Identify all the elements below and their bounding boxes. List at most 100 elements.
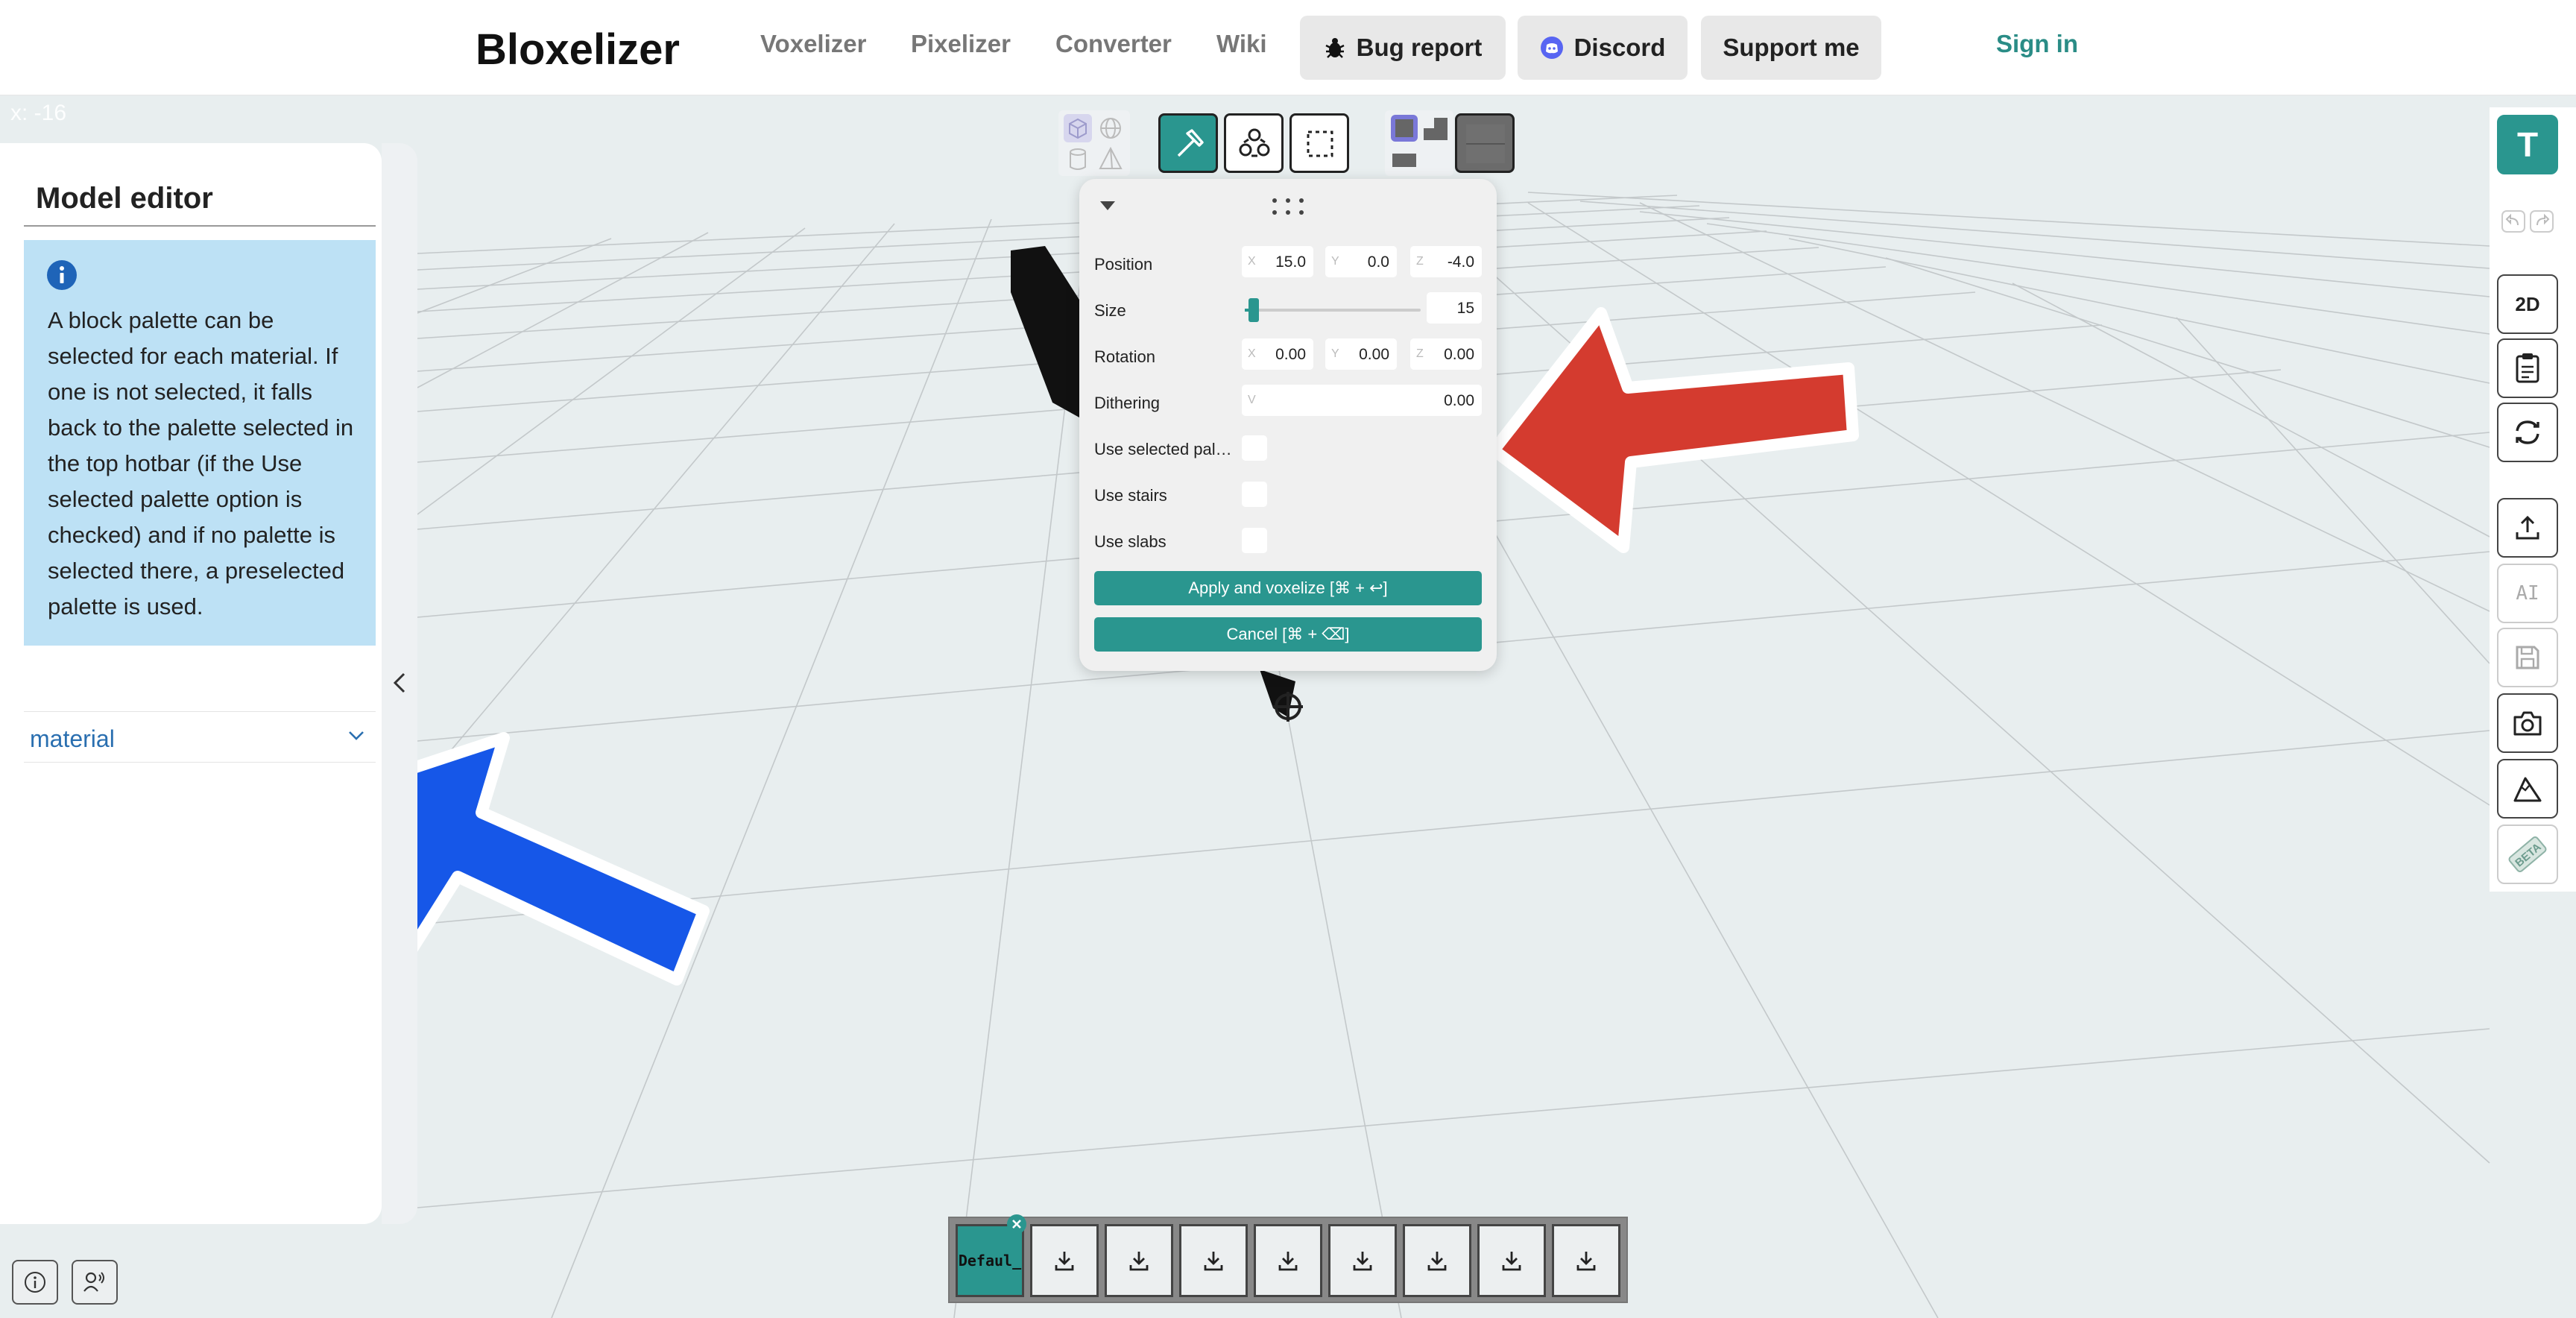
undo-icon[interactable] [2501,210,2525,233]
dithering-input[interactable]: V 0.00 [1242,385,1482,416]
hammer-tool-button[interactable] [1158,113,1218,173]
cancel-label: Cancel [⌘ + ⌫] [1226,625,1350,643]
nav-link-pixelizer[interactable]: Pixelizer [911,30,1011,58]
selection-tool-button[interactable] [1289,113,1349,173]
palette-hotbar: Defaul_ [948,1214,1628,1303]
position-y-input[interactable]: Y 0.0 [1325,246,1397,277]
axis-label: Z [1416,255,1424,268]
hotbar-slot[interactable] [1328,1224,1397,1297]
support-me-button[interactable]: Support me [1701,16,1881,80]
refresh-icon [2516,420,2539,444]
clipboard-icon [2516,353,2539,383]
field-value: 15 [1456,300,1474,317]
coordinate-readout: x: -16 [10,101,67,125]
chevron-down-icon [349,731,364,740]
close-icon[interactable] [1006,1214,1027,1235]
logo-text: Bloxelizer [476,25,680,73]
size-input[interactable]: 15 [1427,292,1482,324]
collapse-panel-chevron-icon[interactable] [389,669,410,696]
selection-icon [1307,130,1333,157]
discord-button[interactable]: Discord [1518,16,1688,80]
beta-feature-button[interactable]: BETA [2497,824,2558,884]
rotation-y-input[interactable]: Y 0.00 [1325,338,1397,370]
info-circle-button[interactable] [12,1260,58,1305]
sign-in-link[interactable]: Sign in [1996,30,2078,58]
use-stairs-checkbox[interactable] [1242,482,1267,507]
download-icon [1278,1252,1298,1271]
field-value: 0.00 [1444,392,1474,409]
use-selected-palette-checkbox[interactable] [1242,435,1267,461]
field-value: 0.00 [1444,346,1474,363]
sphere-view-icon[interactable] [1096,113,1126,143]
block-type-picker [1385,110,1453,176]
size-slider-thumb[interactable] [1248,298,1259,322]
person-speaking-icon [83,1272,104,1292]
hotbar-slot[interactable] [1105,1224,1173,1297]
apply-voxelize-label: Apply and voxelize [⌘ + ↩] [1188,578,1388,597]
drag-handle-icon[interactable] [1272,197,1304,216]
upload-button[interactable] [2497,498,2558,558]
block-slab-icon[interactable] [1389,146,1419,176]
nav-link-voxelizer[interactable]: Voxelizer [760,30,866,58]
clipboard-button[interactable] [2497,338,2558,398]
hotbar-slot[interactable] [1030,1224,1099,1297]
nav-link-wiki[interactable]: Wiki [1216,30,1267,58]
top-nav: Bloxelizer Voxelizer Pixelizer Converter… [0,0,2576,95]
upload-icon [2516,515,2539,540]
block-stairs-icon[interactable] [1421,113,1450,143]
download-icon [1427,1252,1447,1271]
use-stairs-label: Use stairs [1094,486,1167,505]
hotbar-slot[interactable] [1254,1224,1322,1297]
size-slider-track[interactable] [1245,298,1421,322]
text-tool-button[interactable]: T [2497,115,2558,174]
material-accordion[interactable]: material [24,712,376,763]
refresh-button[interactable] [2497,403,2558,462]
hotbar-slot[interactable] [1403,1224,1471,1297]
nav-link-converter[interactable]: Converter [1055,30,1172,58]
cancel-button[interactable]: Cancel [⌘ + ⌫] [1094,617,1482,652]
hotbar-slot[interactable] [1552,1224,1620,1297]
screenshot-button[interactable] [2497,693,2558,753]
use-slabs-label: Use slabs [1094,532,1167,551]
field-value: -4.0 [1447,253,1474,271]
title-divider [24,225,376,227]
voxelize-popup: Position X 15.0 Y 0.0 Z -4.0 Size 15 Rotati… [1079,179,1497,671]
info-text: A block palette can be selected for each… [48,307,354,619]
view-2d-button[interactable]: 2D [2497,274,2558,334]
download-icon [1204,1252,1223,1271]
shapes-icon [1239,128,1270,157]
position-label: Position [1094,255,1153,274]
terrain-button[interactable] [2497,759,2558,819]
save-button[interactable] [2497,628,2558,687]
hotbar-slot-active[interactable]: Defaul_ [956,1224,1024,1297]
ai-label: AI [2516,582,2539,605]
cylinder-view-icon[interactable] [1063,145,1093,174]
hotbar-slot[interactable] [1179,1224,1248,1297]
info-icon [47,260,77,290]
bloxelizer-logo[interactable]: Bloxelizer [476,25,699,73]
bug-report-label: Bug report [1356,34,1483,61]
pyramid-view-icon[interactable] [1096,145,1126,174]
rotation-z-input[interactable]: Z 0.00 [1410,338,1482,370]
rotation-x-input[interactable]: X 0.00 [1242,338,1313,370]
shapes-tool-button[interactable] [1224,113,1284,173]
redo-icon[interactable] [2530,210,2554,233]
gray-block-button[interactable] [1455,113,1515,173]
position-x-input[interactable]: X 15.0 [1242,246,1313,277]
feedback-button[interactable] [72,1260,118,1305]
hotbar-slot[interactable] [1477,1224,1546,1297]
axis-label: V [1248,394,1256,406]
axis-label: Y [1331,347,1339,360]
use-slabs-checkbox[interactable] [1242,528,1267,553]
block-full-icon[interactable] [1389,113,1419,143]
gray-block-icon [1466,124,1505,163]
ai-button[interactable]: AI [2497,564,2558,623]
axis-label: X [1248,255,1256,268]
apply-voxelize-button[interactable]: Apply and voxelize [⌘ + ↩] [1094,571,1482,605]
cube-view-icon[interactable] [1063,113,1093,143]
position-z-input[interactable]: Z -4.0 [1410,246,1482,277]
bug-report-button[interactable]: Bug report [1300,16,1506,80]
use-selected-palette-label: Use selected pal… [1094,440,1232,458]
axis-label: Y [1331,255,1339,268]
collapse-triangle-icon[interactable] [1099,198,1117,212]
